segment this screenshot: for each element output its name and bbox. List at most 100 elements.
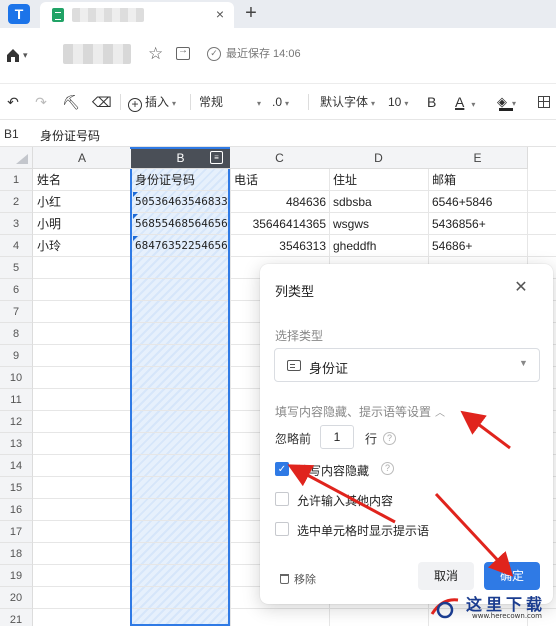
row-header-20[interactable]: 20 xyxy=(0,587,33,609)
table-cell[interactable]: 484636 xyxy=(231,191,329,213)
doc-header: ▾ ☆ ✓ 最近保存 14:06 xyxy=(0,28,556,84)
cell-reference[interactable]: B1 xyxy=(4,127,19,141)
row-header-19[interactable]: 19 xyxy=(0,565,33,587)
table-cell[interactable]: 电话 xyxy=(231,169,329,191)
row-header-4[interactable]: 4 xyxy=(0,235,33,257)
undo-icon[interactable]: ↶ xyxy=(4,93,22,111)
fill-color-indicator xyxy=(499,108,513,111)
allow-other-label[interactable]: 允许输入其他内容 xyxy=(297,492,393,509)
row-header-10[interactable]: 10 xyxy=(0,367,33,389)
browser-tab-bar: T × + xyxy=(0,0,556,28)
home-menu-caret[interactable]: ▾ xyxy=(23,47,28,63)
row-header-8[interactable]: 8 xyxy=(0,323,33,345)
new-tab-button[interactable]: + xyxy=(240,2,262,24)
browser-tab[interactable]: × xyxy=(40,2,234,28)
app-logo-icon[interactable]: T xyxy=(8,4,30,24)
row-header-14[interactable]: 14 xyxy=(0,455,33,477)
ignore-rows-prefix: 忽略前 xyxy=(275,432,312,446)
column-header-b[interactable]: B ≡ xyxy=(131,147,231,169)
table-cell[interactable]: sdbsba xyxy=(330,191,428,213)
show-hint-label[interactable]: 选中单元格时显示提示语 xyxy=(297,522,429,539)
table-cell[interactable]: 小玲 xyxy=(34,235,131,257)
border-grid-icon[interactable] xyxy=(538,96,550,108)
toolbar: ↶ ↷ ⛏ ⌫ + 插入 ▾ 常规 ▾ .0 ▾ 默认字体 ▾ 10 ▾ B A ▾ ◈ ▾ xyxy=(0,84,556,120)
hide-content-checkbox[interactable]: ✓ xyxy=(275,462,289,476)
table-cell[interactable]: 3546313 xyxy=(231,235,329,257)
row-header-18[interactable]: 18 xyxy=(0,543,33,565)
text-color-button[interactable]: A ▾ xyxy=(455,93,475,111)
watermark-url: www.herecown.com xyxy=(472,612,542,620)
table-cell[interactable]: gheddfh xyxy=(330,235,428,257)
table-cell[interactable]: 54686+ xyxy=(429,235,527,257)
column-header-a[interactable]: A xyxy=(33,147,132,169)
formula-input[interactable]: 身份证号码 xyxy=(40,127,100,144)
row-header-7[interactable]: 7 xyxy=(0,301,33,323)
fill-color-icon: ◈ xyxy=(497,94,507,109)
row-header-1[interactable]: 1 xyxy=(0,169,33,191)
font-family-select[interactable]: 默认字体 ▾ xyxy=(320,93,375,111)
help-icon[interactable]: ? xyxy=(381,462,394,475)
star-icon[interactable]: ☆ xyxy=(148,45,163,63)
row-header-12[interactable]: 12 xyxy=(0,411,33,433)
home-icon[interactable] xyxy=(5,47,21,63)
table-cell[interactable]: 小红 xyxy=(34,191,131,213)
eraser-icon[interactable]: ⌫ xyxy=(92,93,112,111)
select-all-corner[interactable] xyxy=(0,147,33,169)
settings-section-toggle[interactable]: 填写内容隐藏、提示语等设置 ︿ xyxy=(275,403,445,420)
table-cell[interactable]: 5436856+ xyxy=(429,213,527,235)
font-size-select[interactable]: 10 ▾ xyxy=(388,93,408,111)
row-header-3[interactable]: 3 xyxy=(0,213,33,235)
bold-button[interactable]: B xyxy=(427,93,436,111)
column-header-label: C xyxy=(275,151,284,165)
show-hint-checkbox[interactable] xyxy=(275,522,289,536)
row-header-21[interactable]: 21 xyxy=(0,609,33,626)
row-header-5[interactable]: 5 xyxy=(0,257,33,279)
save-status: 最近保存 14:06 xyxy=(226,48,301,60)
number-format-select[interactable]: 常规 ▾ xyxy=(199,93,261,111)
type-select[interactable]: 身份证 ▼ xyxy=(274,348,540,382)
row-header-15[interactable]: 15 xyxy=(0,477,33,499)
ok-button[interactable]: 确定 xyxy=(484,562,540,590)
column-header-label: D xyxy=(374,151,383,165)
cancel-button[interactable]: 取消 xyxy=(418,562,474,590)
row-header-6[interactable]: 6 xyxy=(0,279,33,301)
ignore-rows-input[interactable]: 1 xyxy=(320,425,354,449)
insert-plus-icon: + xyxy=(128,98,142,112)
selected-column-border xyxy=(130,169,230,626)
row-header-9[interactable]: 9 xyxy=(0,345,33,367)
table-cell[interactable]: 6546+5846 xyxy=(429,191,527,213)
table-cell[interactable]: 小明 xyxy=(34,213,131,235)
table-cell[interactable]: 邮箱 xyxy=(429,169,527,191)
formula-bar: B1 身份证号码 xyxy=(0,121,556,147)
column-header-e[interactable]: E xyxy=(428,147,528,169)
column-header-d[interactable]: D xyxy=(329,147,429,169)
insert-button[interactable]: + 插入 ▾ xyxy=(128,93,176,112)
close-icon[interactable]: ✕ xyxy=(510,277,532,299)
doc-title-redacted[interactable] xyxy=(63,44,131,64)
number-format-label: 常规 xyxy=(199,95,224,109)
table-cell[interactable]: 住址 xyxy=(330,169,428,191)
row-header-11[interactable]: 11 xyxy=(0,389,33,411)
redo-icon[interactable]: ↷ xyxy=(32,93,50,111)
allow-other-checkbox[interactable] xyxy=(275,492,289,506)
filter-icon[interactable]: ≡ xyxy=(210,151,223,164)
share-icon[interactable] xyxy=(176,45,190,60)
tab-title-redacted xyxy=(72,8,144,22)
font-size-label: 10 xyxy=(388,95,402,109)
table-cell[interactable]: wsgws xyxy=(330,213,428,235)
table-cell[interactable]: 35646414365 xyxy=(231,213,329,235)
format-painter-icon[interactable]: ⛏ xyxy=(62,93,80,111)
close-tab-icon[interactable]: × xyxy=(212,5,228,23)
row-header-13[interactable]: 13 xyxy=(0,433,33,455)
row-header-16[interactable]: 16 xyxy=(0,499,33,521)
remove-button[interactable]: 移除 xyxy=(280,571,316,587)
chevron-up-icon: ︿ xyxy=(435,408,446,419)
help-icon[interactable]: ? xyxy=(383,432,396,445)
row-header-17[interactable]: 17 xyxy=(0,521,33,543)
column-header-c[interactable]: C xyxy=(230,147,330,169)
table-cell[interactable]: 姓名 xyxy=(34,169,131,191)
decimal-select[interactable]: .0 ▾ xyxy=(272,93,289,111)
row-header-2[interactable]: 2 xyxy=(0,191,33,213)
hide-content-label[interactable]: 填写内容隐藏 xyxy=(297,462,369,479)
selected-column-top-border xyxy=(130,147,230,149)
